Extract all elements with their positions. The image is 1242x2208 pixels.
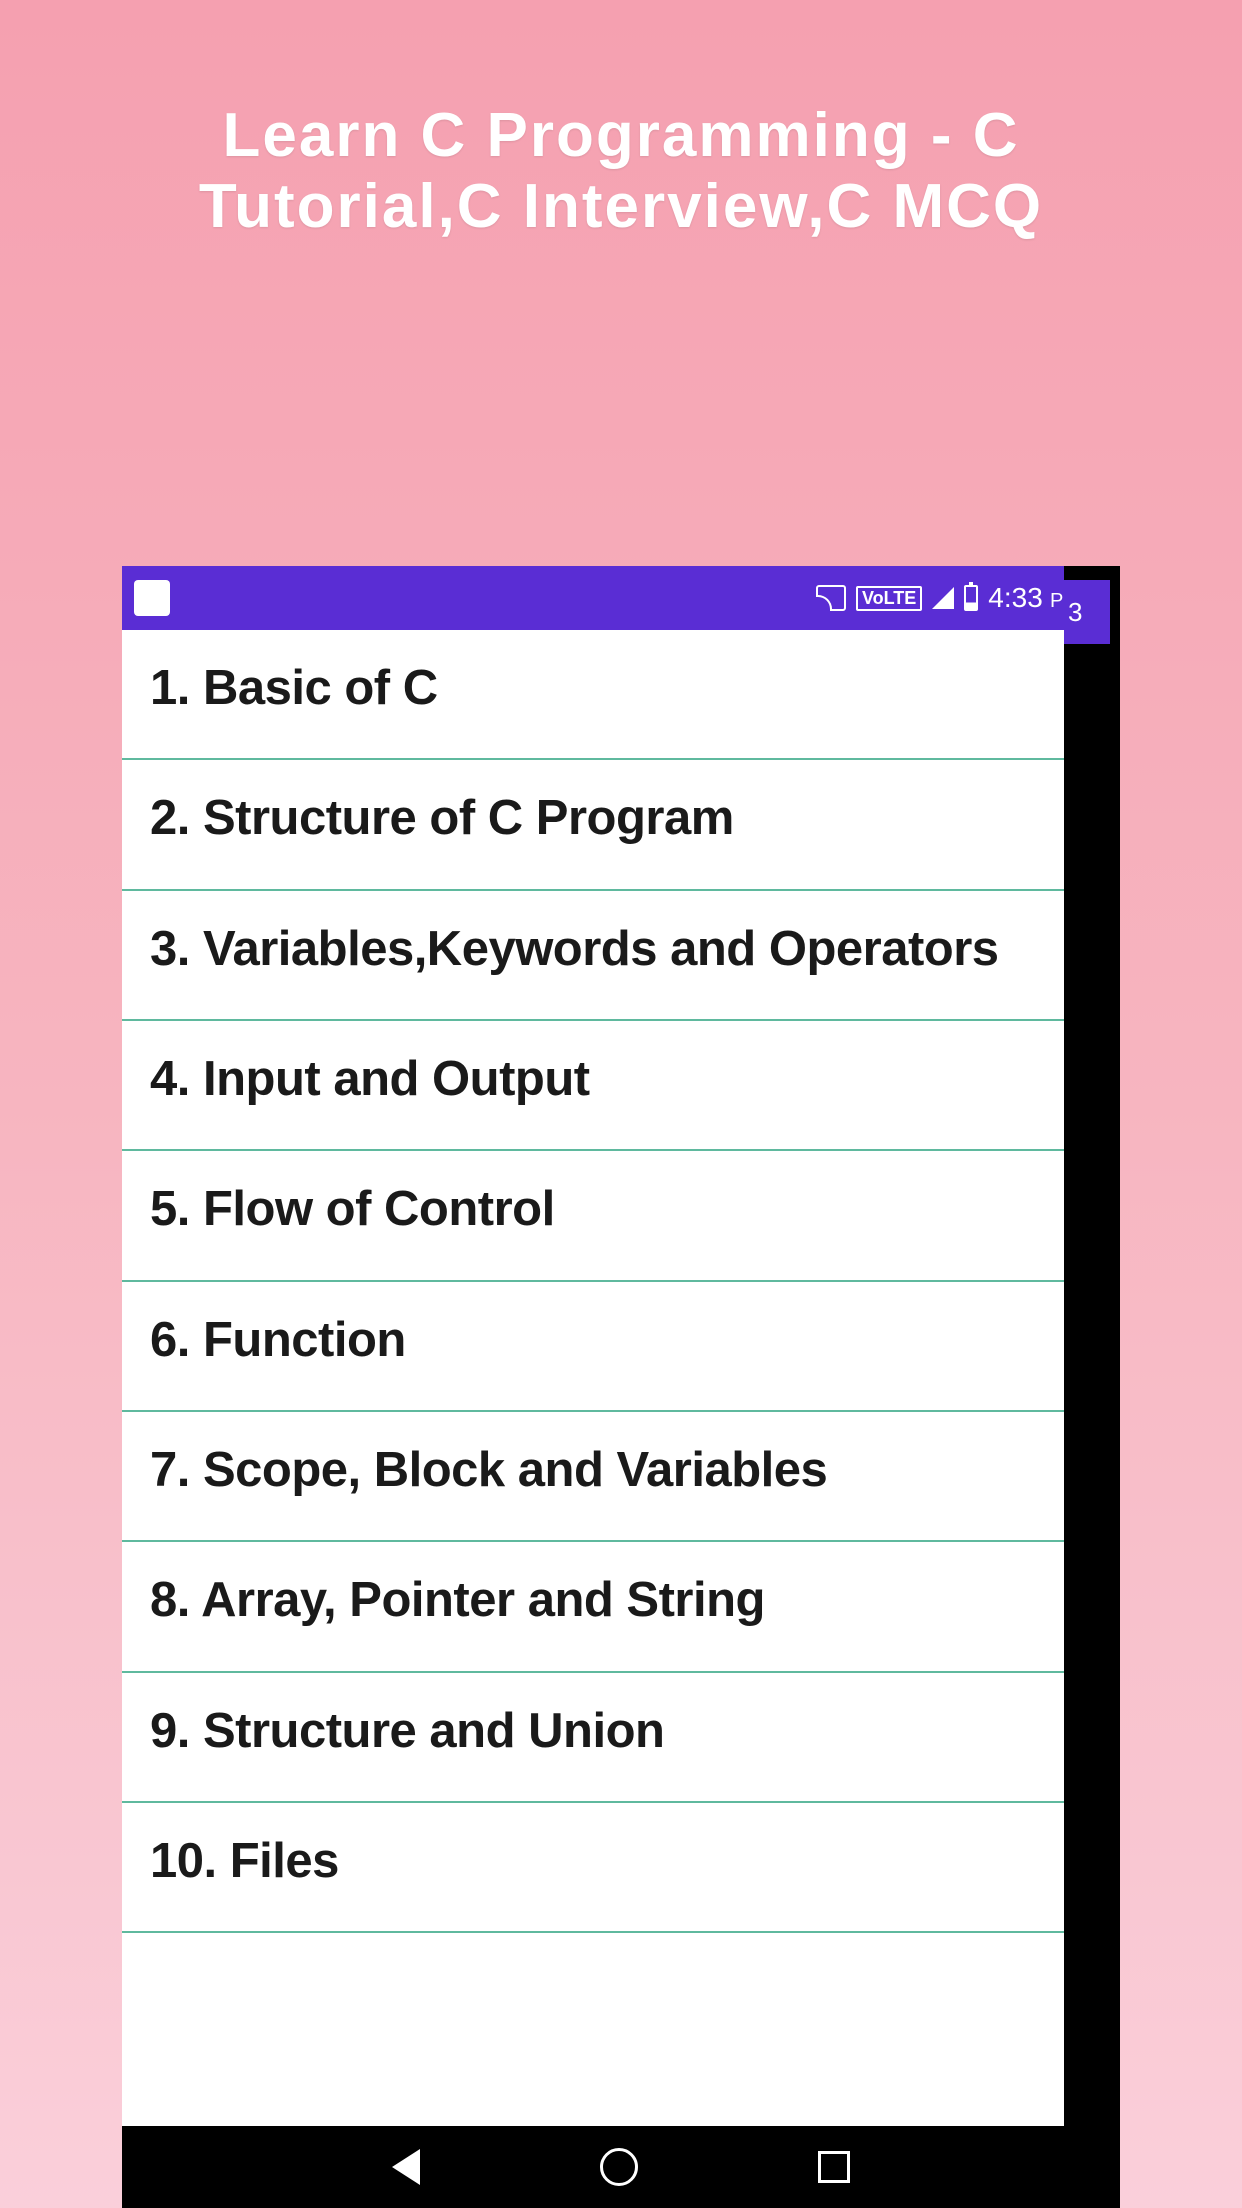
volte-badge: VoLTE	[856, 586, 922, 611]
topic-item-variables[interactable]: 3. Variables,Keywords and Operators	[122, 891, 1067, 1021]
topic-item-files[interactable]: 10. Files	[122, 1803, 1067, 1933]
page-title: Learn C Programming - C Tutorial,C Inter…	[0, 0, 1242, 242]
status-bar: VoLTE 4:33 PM	[122, 566, 1092, 630]
topic-item-struct-union[interactable]: 9. Structure and Union	[122, 1673, 1067, 1803]
topic-item-array[interactable]: 8. Array, Pointer and String	[122, 1542, 1067, 1672]
recent-apps-button-icon[interactable]	[818, 2151, 850, 2183]
home-button-icon[interactable]	[600, 2148, 638, 2186]
phone-screen: VoLTE 4:33 PM 1. Basic of C 2. Structure…	[122, 566, 1092, 2126]
cast-icon	[816, 585, 846, 611]
topic-item-flow[interactable]: 5. Flow of Control	[122, 1151, 1067, 1281]
topic-item-structure[interactable]: 2. Structure of C Program	[122, 760, 1067, 890]
topic-item-input-output[interactable]: 4. Input and Output	[122, 1021, 1067, 1151]
topic-item-function[interactable]: 6. Function	[122, 1282, 1067, 1412]
status-right: VoLTE 4:33 PM	[816, 582, 1080, 614]
time-value: 4:33	[988, 582, 1043, 613]
notification-icon	[134, 580, 170, 616]
android-nav-bar	[122, 2126, 1120, 2208]
edge-time-hint: 3	[1064, 580, 1110, 644]
topic-list: 1. Basic of C 2. Structure of C Program …	[122, 630, 1067, 1933]
topic-item-basic[interactable]: 1. Basic of C	[122, 630, 1067, 760]
phone-frame: VoLTE 4:33 PM 1. Basic of C 2. Structure…	[122, 566, 1120, 2208]
signal-icon	[932, 587, 954, 609]
edge-bar: 3	[1064, 566, 1092, 2126]
status-left	[134, 580, 170, 616]
topic-item-scope[interactable]: 7. Scope, Block and Variables	[122, 1412, 1067, 1542]
back-button-icon[interactable]	[392, 2149, 420, 2185]
battery-icon	[964, 585, 978, 611]
